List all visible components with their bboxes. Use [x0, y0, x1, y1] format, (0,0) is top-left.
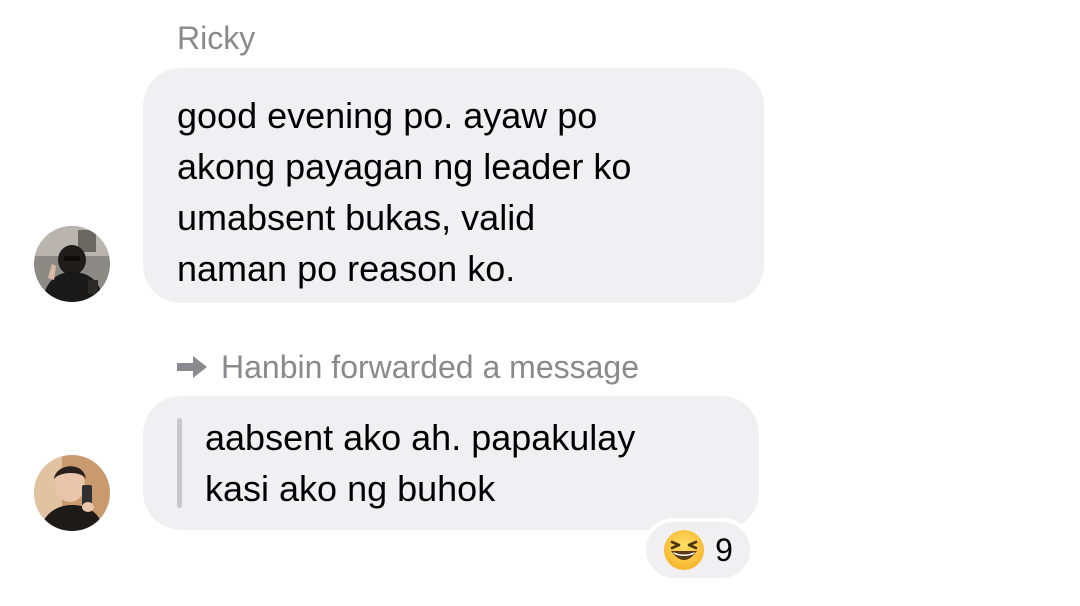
reaction-count: 9 [715, 532, 733, 568]
avatar-hanbin[interactable] [34, 455, 110, 531]
message-bubble-ricky[interactable]: good evening po. ayaw po akong payagan n… [143, 68, 764, 303]
forwarded-message-text: aabsent ako ah. papakulay kasi ako ng bu… [205, 412, 635, 514]
message-line: kasi ako ng buhok [205, 468, 496, 509]
reaction-pill[interactable]: 9 [642, 518, 754, 582]
grinning-squinting-face-icon [664, 530, 705, 570]
message-line: umabsent bukas, valid [177, 197, 536, 238]
quote-bar [177, 418, 182, 508]
message-line: naman po reason ko. [177, 248, 516, 289]
message-line: aabsent ako ah. papakulay [205, 417, 636, 458]
message-line: akong payagan ng leader ko [177, 146, 632, 187]
forward-arrow-icon [177, 356, 207, 378]
forwarded-label: Hanbin forwarded a message [175, 347, 639, 387]
message-line: good evening po. ayaw po [177, 95, 598, 136]
avatar-photo [34, 226, 110, 302]
avatar-ricky[interactable] [34, 226, 110, 302]
forwarded-text: Hanbin forwarded a message [221, 348, 640, 385]
sender-name: Ricky [177, 20, 256, 56]
message-bubble-forwarded[interactable]: aabsent ako ah. papakulay kasi ako ng bu… [143, 396, 759, 530]
avatar-photo [34, 455, 110, 531]
